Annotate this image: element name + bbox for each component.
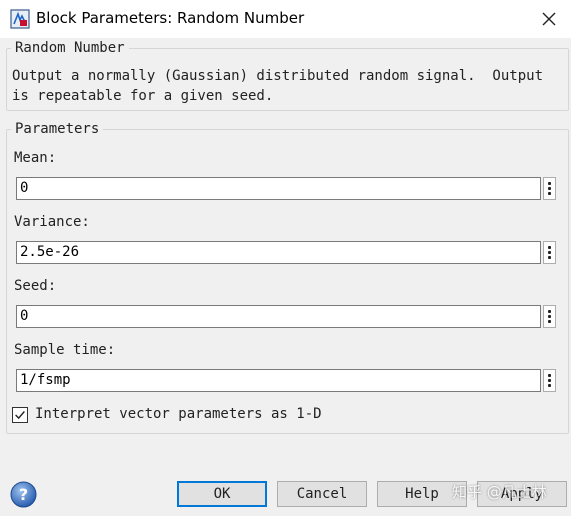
close-icon[interactable] [539,9,559,29]
mean-menu-icon[interactable] [543,177,556,200]
checkmark-icon [15,411,25,420]
seed-label: Seed: [14,278,57,294]
cancel-button[interactable]: Cancel [277,481,367,507]
seed-menu-icon[interactable] [543,305,556,328]
parameters-legend: Parameters [11,121,104,137]
variance-label: Variance: [14,214,90,230]
sample-time-field[interactable]: 1/fsmp [16,369,541,392]
help-icon[interactable]: ? [10,481,37,508]
window-title: Block Parameters: Random Number [36,9,305,27]
interpret-vector-checkbox[interactable] [12,407,28,423]
simulink-block-icon [10,9,30,29]
mean-label: Mean: [14,150,57,166]
mean-field[interactable]: 0 [16,177,541,200]
svg-text:?: ? [19,485,28,504]
variance-menu-icon[interactable] [543,241,556,264]
seed-field[interactable]: 0 [16,305,541,328]
block-description-line-2: is repeatable for a given seed. [12,88,274,104]
block-description-line-1: Output a normally (Gaussian) distributed… [12,68,544,84]
watermark-text: 知乎 @凡士林 [452,483,547,501]
sample-time-menu-icon[interactable] [543,369,556,392]
sample-time-label: Sample time: [14,342,116,358]
title-bar: Block Parameters: Random Number [0,0,571,38]
block-name-legend: Random Number [11,40,129,56]
interpret-vector-label: Interpret vector parameters as 1-D [35,406,322,422]
ok-button[interactable]: OK [177,481,267,507]
variance-field[interactable]: 2.5e-26 [16,241,541,264]
